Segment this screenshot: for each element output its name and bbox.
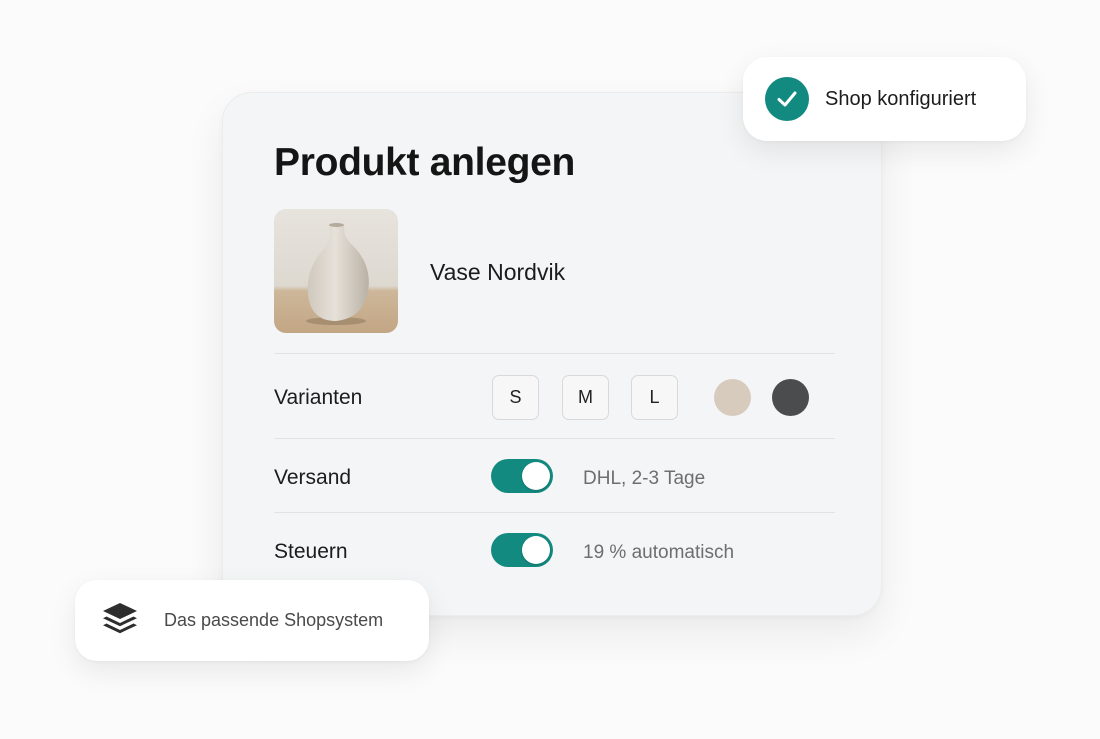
layers-icon — [103, 603, 137, 634]
color-swatch-beige[interactable] — [714, 379, 751, 416]
product-card: Produkt anlegen Vase Nordvik Varianten S… — [222, 92, 882, 616]
shipping-label: Versand — [274, 466, 352, 489]
variants-label: Varianten — [274, 386, 363, 409]
shopsystem-badge: Das passende Shopsystem — [75, 580, 429, 661]
divider — [274, 353, 835, 354]
stage: Produkt anlegen Vase Nordvik Varianten S… — [0, 0, 1100, 739]
color-swatch-dark-gray[interactable] — [772, 379, 809, 416]
divider — [274, 438, 835, 439]
toggle-knob — [522, 462, 550, 490]
size-l-button[interactable]: L — [631, 375, 678, 420]
taxes-note: 19 % automatisch — [583, 542, 735, 563]
check-icon — [765, 77, 809, 121]
card-title: Produkt anlegen — [274, 141, 576, 184]
taxes-label: Steuern — [274, 540, 348, 563]
shop-configured-badge: Shop konfiguriert — [743, 57, 1026, 141]
divider — [274, 512, 835, 513]
shopsystem-text: Das passende Shopsystem — [164, 610, 384, 630]
toggle-knob — [522, 536, 550, 564]
size-s-button[interactable]: S — [492, 375, 539, 420]
shop-configured-text: Shop konfiguriert — [825, 88, 977, 110]
taxes-toggle[interactable] — [491, 533, 553, 567]
size-m-button[interactable]: M — [562, 375, 609, 420]
shipping-toggle[interactable] — [491, 459, 553, 493]
shipping-note: DHL, 2-3 Tage — [583, 468, 706, 489]
vase-photo-icon — [306, 223, 369, 325]
product-name[interactable]: Vase Nordvik — [430, 259, 565, 286]
product-image[interactable] — [274, 209, 398, 333]
